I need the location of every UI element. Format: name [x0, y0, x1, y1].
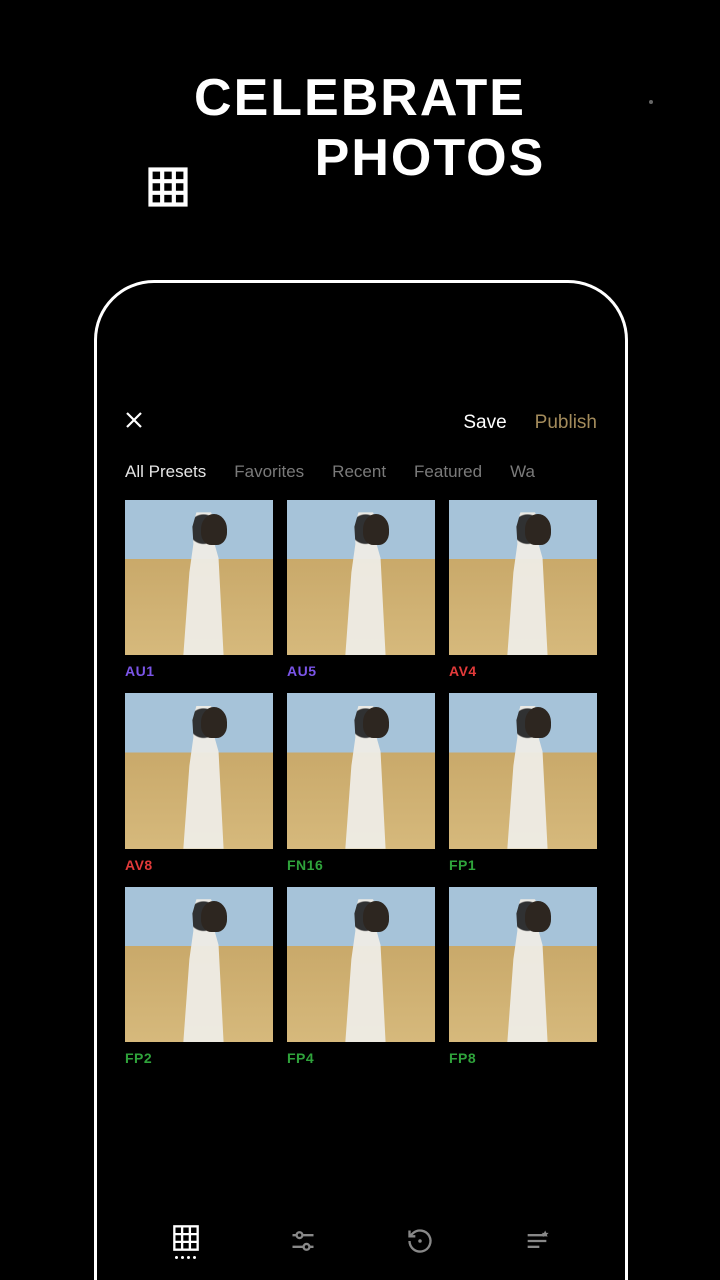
preset-cell[interactable]: FP1 [449, 693, 597, 872]
topbar: Save Publish [115, 393, 607, 434]
tab-favorites[interactable]: Favorites [234, 462, 304, 482]
preset-label: AU5 [287, 663, 435, 679]
preset-tabs: All Presets Favorites Recent Featured Wa [115, 434, 607, 500]
preset-cell[interactable]: AV4 [449, 500, 597, 679]
preset-thumbnail [449, 887, 597, 1042]
preset-thumbnail [125, 500, 273, 655]
preset-cell[interactable]: AU5 [287, 500, 435, 679]
save-button[interactable]: Save [463, 412, 506, 434]
preset-label: FN16 [287, 857, 435, 873]
preset-cell[interactable]: FP4 [287, 887, 435, 1066]
tab-all-presets[interactable]: All Presets [125, 462, 206, 482]
phone-frame: Save Publish All Presets Favorites Recen… [94, 280, 628, 1280]
tab-featured[interactable]: Featured [414, 462, 482, 482]
list-star-icon[interactable] [523, 1227, 551, 1255]
preset-cell[interactable]: AV8 [125, 693, 273, 872]
preset-thumbnail [125, 887, 273, 1042]
close-button[interactable] [125, 411, 143, 434]
headline-line1: CELEBRATE [0, 68, 720, 128]
preset-thumbnail [287, 500, 435, 655]
preset-cell[interactable]: FP8 [449, 887, 597, 1066]
grid-icon [147, 166, 189, 208]
preset-label: FP8 [449, 1050, 597, 1066]
preset-label: FP1 [449, 857, 597, 873]
grid-view-button[interactable] [172, 1224, 200, 1259]
sliders-icon[interactable] [289, 1227, 317, 1255]
preset-label: AV4 [449, 663, 597, 679]
preset-thumbnail [449, 693, 597, 848]
bottom-toolbar [97, 1202, 625, 1280]
preset-label: FP4 [287, 1050, 435, 1066]
preset-label: FP2 [125, 1050, 273, 1066]
preset-thumbnail [449, 500, 597, 655]
headline-line2: PHOTOS [140, 128, 720, 188]
preset-thumbnail [125, 693, 273, 848]
preset-cell[interactable]: FN16 [287, 693, 435, 872]
history-icon[interactable] [406, 1227, 434, 1255]
publish-button[interactable]: Publish [535, 412, 597, 434]
preset-label: AU1 [125, 663, 273, 679]
preset-grid: AU1 AU5 AV4 AV8 FN16 FP1 [115, 500, 607, 1066]
preset-cell[interactable]: AU1 [125, 500, 273, 679]
preset-cell[interactable]: FP2 [125, 887, 273, 1066]
decorative-dot [649, 100, 653, 104]
headline: CELEBRATE PHOTOS [0, 68, 720, 188]
tab-more[interactable]: Wa [510, 462, 535, 482]
tab-recent[interactable]: Recent [332, 462, 386, 482]
preset-label: AV8 [125, 857, 273, 873]
preset-thumbnail [287, 693, 435, 848]
preset-thumbnail [287, 887, 435, 1042]
